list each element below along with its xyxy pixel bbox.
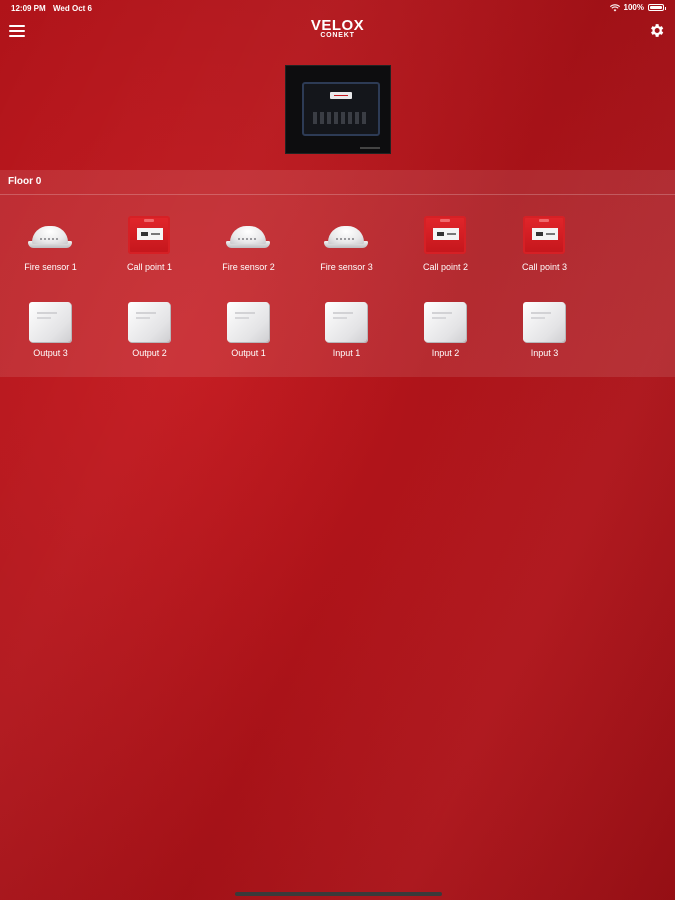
device-tile[interactable]: Output 2 bbox=[100, 300, 199, 358]
device-tile[interactable]: Call point 2 bbox=[396, 214, 495, 272]
panel-brand-label bbox=[330, 92, 352, 99]
device-icon-wrap bbox=[495, 214, 594, 260]
device-icon-wrap bbox=[396, 300, 495, 346]
call-point-icon bbox=[523, 216, 565, 254]
battery-fill bbox=[650, 6, 662, 9]
control-panel-image[interactable] bbox=[285, 65, 391, 154]
device-icon-wrap bbox=[396, 214, 495, 260]
panel-screen bbox=[302, 82, 380, 136]
home-indicator bbox=[235, 892, 442, 896]
io-module-icon bbox=[227, 302, 269, 342]
device-label: Fire sensor 2 bbox=[222, 262, 275, 272]
floor-title: Floor 0 bbox=[0, 170, 675, 195]
status-time: 12:09 PM bbox=[11, 4, 46, 13]
device-icon-wrap bbox=[1, 300, 100, 346]
device-label: Fire sensor 1 bbox=[24, 262, 77, 272]
io-module-icon bbox=[29, 302, 71, 342]
app-logo: VELOX CONEKT bbox=[0, 18, 675, 39]
device-icon-wrap bbox=[297, 300, 396, 346]
gear-icon[interactable] bbox=[648, 22, 665, 39]
status-indicators: 100% bbox=[609, 3, 666, 12]
call-point-icon bbox=[128, 216, 170, 254]
device-tile[interactable]: Call point 3 bbox=[495, 214, 594, 272]
device-tile[interactable]: Output 3 bbox=[1, 300, 100, 358]
smoke-detector-icon bbox=[226, 224, 270, 250]
logo-sub-text: CONEKT bbox=[320, 32, 355, 39]
device-label: Output 1 bbox=[231, 348, 266, 358]
battery-percent: 100% bbox=[623, 3, 644, 12]
io-module-icon bbox=[523, 302, 565, 342]
status-date: Wed Oct 6 bbox=[53, 4, 92, 13]
device-label: Output 2 bbox=[132, 348, 167, 358]
smoke-detector-icon bbox=[28, 224, 72, 250]
device-icon-wrap bbox=[495, 300, 594, 346]
io-module-icon bbox=[325, 302, 367, 342]
device-tile[interactable]: Call point 1 bbox=[100, 214, 199, 272]
floor-section: Floor 0 Fire sensor 1 Call point 1 Fire se… bbox=[0, 170, 675, 377]
device-tile[interactable]: Fire sensor 1 bbox=[1, 214, 100, 272]
app-header: VELOX CONEKT bbox=[0, 14, 675, 50]
device-label: Call point 2 bbox=[422, 262, 469, 272]
device-label: Call point 3 bbox=[521, 262, 568, 272]
call-point-icon bbox=[424, 216, 466, 254]
device-icon-wrap bbox=[100, 300, 199, 346]
device-icon-wrap bbox=[297, 214, 396, 260]
device-icon-wrap bbox=[199, 300, 298, 346]
panel-keys bbox=[313, 112, 366, 124]
io-module-icon bbox=[424, 302, 466, 342]
device-tile[interactable]: Fire sensor 3 bbox=[297, 214, 396, 272]
device-label: Input 2 bbox=[431, 348, 460, 358]
device-label: Input 3 bbox=[530, 348, 559, 358]
device-icon-wrap bbox=[199, 214, 298, 260]
smoke-detector-icon bbox=[324, 224, 368, 250]
device-label: Call point 1 bbox=[126, 262, 173, 272]
device-icon-wrap bbox=[100, 214, 199, 260]
device-label: Input 1 bbox=[332, 348, 361, 358]
panel-foot bbox=[360, 147, 380, 149]
device-tile[interactable]: Output 1 bbox=[199, 300, 298, 358]
device-tile[interactable]: Input 3 bbox=[495, 300, 594, 358]
device-tile[interactable]: Input 2 bbox=[396, 300, 495, 358]
logo-main-text: VELOX bbox=[310, 17, 365, 34]
device-icon-wrap bbox=[1, 214, 100, 260]
io-module-icon bbox=[128, 302, 170, 342]
battery-icon bbox=[648, 4, 666, 11]
device-tile[interactable]: Fire sensor 2 bbox=[199, 214, 298, 272]
wifi-icon bbox=[609, 3, 620, 11]
device-tile[interactable]: Input 1 bbox=[297, 300, 396, 358]
device-label: Output 3 bbox=[33, 348, 68, 358]
device-label: Fire sensor 3 bbox=[320, 262, 373, 272]
